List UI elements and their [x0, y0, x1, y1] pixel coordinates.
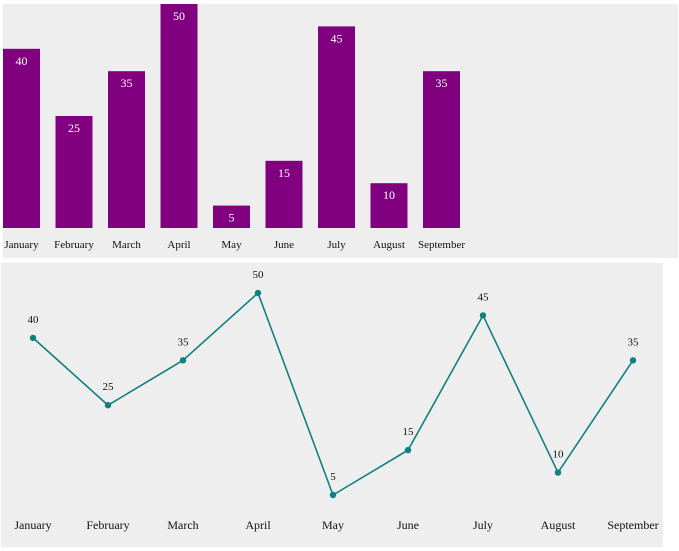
- point-value-label: 50: [253, 269, 265, 281]
- bar-september: [423, 71, 460, 228]
- x-tick-label: June: [397, 518, 419, 532]
- x-tick-label: April: [245, 518, 271, 532]
- line-chart: 40 January 25 February 35 March 50 April 5 May 15 J…: [14, 269, 658, 532]
- x-tick-label: May: [221, 239, 242, 251]
- point-value-label: 35: [628, 336, 640, 348]
- point-value-label: 35: [178, 336, 190, 348]
- bar-value-label: 35: [121, 76, 133, 90]
- bar-july: [318, 26, 355, 229]
- point-value-label: 45: [478, 291, 490, 303]
- point-may: [329, 491, 337, 499]
- x-tick-label: March: [112, 239, 141, 251]
- x-tick-label: May: [322, 518, 344, 532]
- point-july: [479, 312, 487, 319]
- x-tick-label: June: [274, 239, 294, 251]
- bar-chart: 40 January 25 February 35 March 50 April 5 May 15 J…: [3, 4, 465, 251]
- point-value-label: 25: [103, 381, 115, 393]
- x-tick-label: February: [54, 239, 94, 251]
- point-value-label: 5: [330, 471, 336, 483]
- point-value-label: 10: [553, 449, 565, 461]
- x-tick-label: August: [373, 239, 405, 251]
- x-tick-label: March: [167, 518, 198, 532]
- bar-value-label: 10: [383, 188, 395, 202]
- bar-march: [108, 71, 145, 228]
- point-june: [404, 446, 412, 454]
- bar-value-label: 40: [16, 54, 28, 68]
- bar-value-label: 25: [68, 121, 80, 135]
- point-august: [554, 469, 562, 476]
- point-value-label: 40: [28, 314, 40, 326]
- point-march: [179, 357, 187, 364]
- bar-chart-panel: 40 January 25 February 35 March 50 April 5 May 15 J…: [3, 4, 678, 258]
- point-september: [629, 357, 637, 364]
- x-tick-label: September: [607, 518, 658, 532]
- point-value-label: 15: [403, 426, 415, 438]
- bar-april: [160, 4, 198, 228]
- x-tick-label: February: [86, 518, 129, 532]
- series-line: [32, 291, 634, 497]
- bar-value-label: 15: [278, 166, 290, 180]
- bar-value-label: 45: [331, 31, 343, 45]
- point-february: [104, 402, 112, 409]
- x-tick-label: July: [473, 518, 493, 532]
- x-tick-label: August: [541, 518, 576, 532]
- bar-value-label: 35: [436, 76, 448, 90]
- line-chart-panel: 40 January 25 February 35 March 50 April 5 May 15 J…: [3, 263, 663, 547]
- x-tick-label: September: [418, 239, 465, 251]
- bar-value-label: 50: [173, 9, 185, 23]
- x-tick-label: January: [14, 518, 51, 532]
- x-tick-label: April: [167, 239, 190, 251]
- point-january: [29, 334, 37, 342]
- bar-value-label: 5: [229, 211, 235, 225]
- bar-january: [3, 48, 40, 228]
- x-tick-label: January: [4, 239, 39, 251]
- point-april: [254, 289, 262, 297]
- x-tick-label: July: [327, 239, 346, 251]
